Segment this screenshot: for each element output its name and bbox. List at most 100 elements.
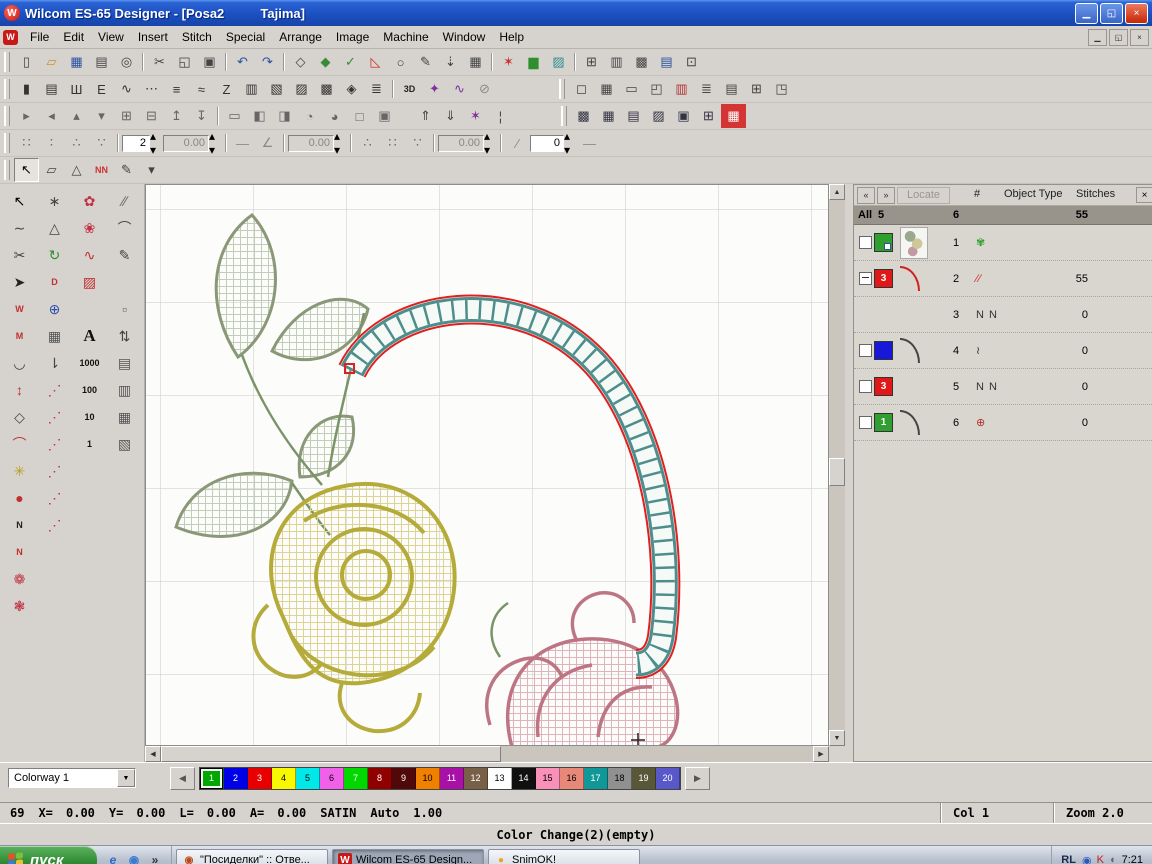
ungroup-icon[interactable]: ⊟ — [139, 104, 164, 128]
travel-back-icon[interactable]: ▦ — [596, 104, 621, 128]
freehand-tool[interactable]: ∼ — [2, 215, 37, 241]
object-color-swatch[interactable] — [874, 341, 893, 360]
language-indicator[interactable]: RL — [1061, 854, 1076, 864]
run-e-tool[interactable]: ⋰ — [37, 485, 72, 511]
density-chart-icon[interactable]: ▆ — [521, 50, 546, 74]
zoom-1000-tool[interactable]: 1000 — [72, 350, 107, 376]
travel-stitch-icon[interactable]: ▤ — [621, 104, 646, 128]
colorway-select[interactable]: Colorway 1 ▼ — [8, 768, 136, 788]
jump-red-tool[interactable]: N — [2, 539, 37, 565]
palette-swatch-18[interactable]: 18 — [608, 768, 632, 789]
locate-button[interactable]: Locate — [897, 187, 950, 204]
point-tool[interactable]: ➤ — [2, 269, 37, 295]
needle-exit-icon[interactable]: ⇓ — [438, 104, 463, 128]
stitch-spacing-field-spinner[interactable]: ▴▾ — [150, 129, 161, 157]
angle-field-spinner[interactable]: ▴▾ — [564, 129, 575, 157]
pull-comp-field-spinner[interactable]: ▴▾ — [334, 129, 345, 157]
dash-icon[interactable]: — — [230, 131, 255, 155]
mdi-minimize-button[interactable]: ▁ — [1088, 29, 1107, 46]
slow-redraw-icon[interactable]: ◺ — [363, 50, 388, 74]
toolbar-grip[interactable] — [4, 106, 10, 126]
menu-special[interactable]: Special — [219, 27, 272, 47]
scatter-b-icon[interactable]: ∷ — [380, 131, 405, 155]
paste-icon[interactable]: ▣ — [197, 50, 222, 74]
fancy-fill-icon[interactable]: ◈ — [339, 77, 364, 101]
vertical-scrollbar[interactable]: ▲ ▼ — [829, 184, 845, 746]
stamp-tool[interactable]: ▨ — [72, 269, 107, 295]
stitch-list-icon[interactable]: ▤ — [719, 77, 744, 101]
scale-box-icon[interactable]: □ — [347, 104, 372, 128]
toolbar-grip[interactable] — [4, 79, 10, 99]
offset-field-spin-down[interactable]: ▾ — [484, 143, 495, 157]
palette-next-button[interactable]: ▶ — [685, 767, 710, 790]
travel-color-icon[interactable]: ▦ — [721, 104, 746, 128]
object-color-swatch[interactable]: 3 — [874, 377, 893, 396]
mdi-document-icon[interactable]: W — [3, 30, 18, 45]
diamond-tool[interactable]: ◇ — [2, 404, 37, 430]
run-d-tool[interactable]: ⋰ — [37, 458, 72, 484]
output-design-icon[interactable]: ◳ — [769, 77, 794, 101]
stop-tool[interactable]: ● — [2, 485, 37, 511]
palette-swatch-4[interactable]: 4 — [272, 768, 296, 789]
contour-fill-icon[interactable]: ≣ — [364, 77, 389, 101]
object-row-6[interactable]: 16⊕0 — [854, 405, 1152, 441]
palette-prev-button[interactable]: ◀ — [170, 767, 195, 790]
scroll-down-button[interactable]: ▼ — [829, 730, 845, 746]
stitch-length-field-spin-down[interactable]: ▾ — [209, 143, 220, 157]
restore-button[interactable]: ◱ — [1100, 3, 1123, 24]
tray-volume-icon[interactable]: ◖ — [1109, 854, 1116, 864]
arc-hat-tool[interactable]: ⌒ — [2, 431, 37, 457]
flower-badge-tool[interactable]: ❁ — [2, 566, 37, 592]
close-button[interactable]: × — [1125, 3, 1148, 24]
w-tool[interactable]: W — [2, 296, 37, 322]
node-edit-tool[interactable]: ∗ — [37, 188, 72, 214]
angle-icon[interactable]: ∠ — [255, 131, 280, 155]
object-row-3[interactable]: 3N N0 — [854, 297, 1152, 333]
circle-tool[interactable]: ↻ — [37, 242, 72, 268]
menu-insert[interactable]: Insert — [131, 27, 175, 47]
travel-end-icon[interactable]: ▣ — [671, 104, 696, 128]
grid-toggle-icon[interactable]: ▦ — [463, 50, 488, 74]
quicklaunch-overflow-chevron[interactable]: » — [146, 851, 164, 864]
scatter-c-icon[interactable]: ∵ — [405, 131, 430, 155]
back-stitch-icon[interactable]: Z — [214, 77, 239, 101]
mdi-restore-button[interactable]: ◱ — [1109, 29, 1128, 46]
menu-machine[interactable]: Machine — [376, 27, 435, 47]
toolbar-grip[interactable] — [4, 52, 10, 72]
stitch-length-field-spinner[interactable]: ▴▾ — [209, 129, 220, 157]
stitch-length-field-spin-up[interactable]: ▴ — [209, 129, 220, 143]
save-icon[interactable]: ▦ — [64, 50, 89, 74]
needle-point-icon[interactable]: ⇣ — [438, 50, 463, 74]
align-left-icon[interactable]: ◂ — [39, 104, 64, 128]
lettering-tool[interactable]: A — [72, 323, 107, 349]
offset-field-spin-up[interactable]: ▴ — [484, 129, 495, 143]
lattice-tool[interactable]: ▦ — [37, 323, 72, 349]
palette-swatch-17[interactable]: 17 — [584, 768, 608, 789]
design-properties-icon[interactable]: ≣ — [694, 77, 719, 101]
palette-swatch-15[interactable]: 15 — [536, 768, 560, 789]
color-table-icon[interactable]: ▩ — [629, 50, 654, 74]
run-stitch-icon[interactable]: ⋯ — [139, 77, 164, 101]
pull-comp-field-spin-up[interactable]: ▴ — [334, 129, 345, 143]
palette-swatch-1[interactable]: 1 — [200, 768, 224, 789]
small-square-tool[interactable]: ▫ — [107, 296, 142, 322]
scroll-right-button[interactable]: ▶ — [813, 746, 829, 762]
run-c-tool[interactable]: ⋰ — [37, 431, 72, 457]
machine-functions-icon[interactable]: ⊞ — [744, 77, 769, 101]
offset-field[interactable]: 0.00 — [438, 135, 484, 152]
zigzag-tool[interactable]: ∿ — [72, 242, 107, 268]
toolbar-grip[interactable] — [559, 79, 565, 99]
print-table-icon[interactable]: ▤ — [654, 50, 679, 74]
palette-swatch-20[interactable]: 20 — [656, 768, 680, 789]
object-color-swatch[interactable]: 3 — [874, 269, 893, 288]
horizontal-scroll-thumb[interactable] — [161, 746, 501, 762]
motif-run-icon[interactable]: ∿ — [114, 77, 139, 101]
needle-entry-icon[interactable]: ⇑ — [413, 104, 438, 128]
menu-file[interactable]: File — [23, 27, 56, 47]
stitch-table-icon[interactable]: ▥ — [604, 50, 629, 74]
travel-forward-icon[interactable]: ▨ — [646, 104, 671, 128]
object-row-5[interactable]: 35N N0 — [854, 369, 1152, 405]
object-visibility-checkbox[interactable] — [859, 236, 872, 249]
updown-red-tool[interactable]: ↕ — [2, 377, 37, 403]
artistic-view-icon[interactable]: ◆ — [313, 50, 338, 74]
